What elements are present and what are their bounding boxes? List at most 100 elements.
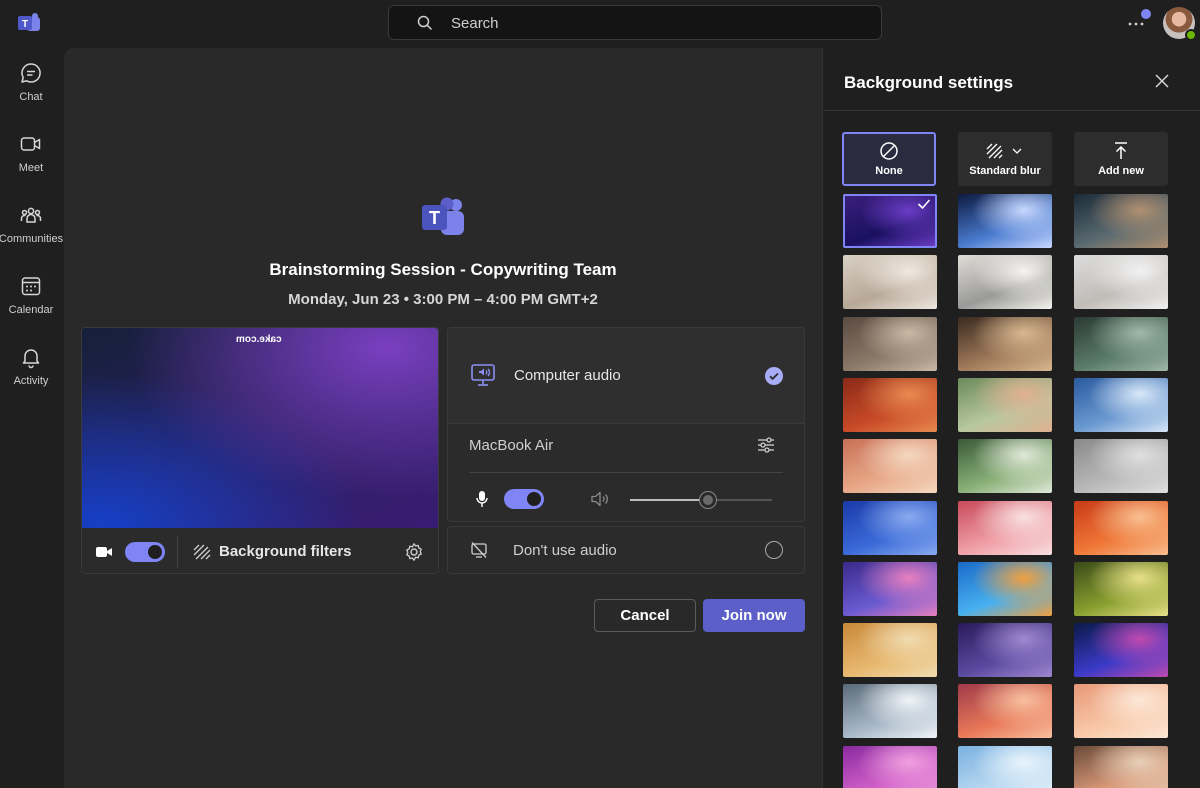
microphone-toggle[interactable] [504, 489, 544, 509]
computer-audio-option[interactable]: Computer audio [448, 328, 804, 424]
rail-item-activity[interactable]: Activity [0, 345, 62, 405]
rail-label: Activity [13, 375, 49, 387]
background-option-none[interactable]: None [842, 132, 936, 186]
background-thumbnail-snowy-peaks[interactable] [843, 684, 937, 739]
panel-title: Background settings [844, 73, 1014, 92]
rail-label: Chat [19, 91, 43, 103]
device-settings-icon[interactable] [756, 435, 776, 455]
video-preview-card: cake.com Background filters [81, 327, 439, 574]
background-settings-panel: Background settings None Standard blur A… [822, 48, 1200, 788]
background-thumbnail-sunset-clouds[interactable] [958, 684, 1052, 739]
background-option-add-new[interactable]: Add new [1074, 132, 1168, 186]
background-filters-icon [193, 544, 211, 560]
meeting-time: Monday, Jun 23 • 3:00 PM – 4:00 PM GMT+2 [288, 291, 598, 308]
search-icon [417, 15, 433, 31]
checkmark-icon [917, 199, 931, 210]
background-thumbnail-coral-reef[interactable] [843, 561, 937, 616]
svg-text:T: T [22, 19, 28, 30]
none-icon [880, 142, 898, 160]
microphone-icon [476, 491, 488, 507]
background-thumbnail-blue-fish[interactable] [958, 745, 1052, 788]
upload-icon [1115, 142, 1127, 159]
svg-text:T: T [429, 208, 440, 228]
background-thumbnail-magenta-flowers[interactable] [843, 745, 937, 788]
volume-fill [630, 499, 709, 501]
background-thumbnail-white-arch-room[interactable] [1074, 255, 1168, 310]
background-thumbnail-aurora-night[interactable] [1074, 623, 1168, 678]
rail-label: Meet [18, 162, 44, 174]
background-thumbnail-blue-window[interactable] [843, 500, 937, 555]
computer-audio-label: Computer audio [514, 367, 621, 384]
background-thumbnail-terracotta-arch[interactable] [843, 439, 937, 494]
teams-logo-icon[interactable]: T [16, 11, 42, 37]
dont-use-audio-label: Don't use audio [513, 542, 617, 559]
rail-item-chat[interactable]: Chat [0, 61, 62, 121]
background-thumbnail-flower-garden[interactable] [1074, 745, 1168, 788]
preview-wall-text: cake.com [236, 334, 282, 345]
top-bar: T Search [0, 0, 1200, 48]
background-thumbnail-underwater[interactable] [958, 561, 1052, 616]
background-thumbnail-peach-petals[interactable] [1074, 684, 1168, 739]
teams-logo-icon: T [422, 197, 464, 235]
background-thumbnail-minimal-room[interactable] [843, 255, 937, 310]
computer-audio-icon [471, 364, 495, 386]
selected-check-icon [765, 367, 783, 385]
background-thumbnail-green-arches[interactable] [958, 377, 1052, 432]
background-option-standard-blur[interactable]: Standard blur [958, 132, 1052, 186]
calendar-icon [21, 277, 41, 296]
background-thumbnail-autumn-trees[interactable] [1074, 500, 1168, 555]
no-audio-icon [471, 542, 487, 558]
background-thumbnail-space-warp[interactable] [958, 194, 1052, 248]
option-label: None [875, 165, 903, 177]
chat-icon [21, 63, 41, 83]
dont-use-audio-option[interactable]: Don't use audio [447, 526, 805, 574]
app-rail: Chat Meet Communities Calendar Activity [0, 48, 63, 788]
divider [823, 110, 1200, 111]
background-thumbnail-pink-forest[interactable] [958, 500, 1052, 555]
rail-item-calendar[interactable]: Calendar [0, 274, 62, 334]
rail-item-communities[interactable]: Communities [0, 203, 63, 263]
rail-label: Calendar [8, 304, 54, 316]
background-thumbnail-red-patio[interactable] [843, 377, 937, 432]
presence-status-icon [1185, 29, 1197, 41]
background-thumbnail-white-loft[interactable] [958, 255, 1052, 310]
video-controls: Background filters [82, 528, 438, 573]
divider [469, 472, 783, 473]
option-label: Add new [1098, 165, 1144, 177]
background-thumbnail-concrete-lounge[interactable] [843, 316, 937, 371]
background-thumbnail-golden-hills[interactable] [843, 623, 937, 678]
avatar[interactable] [1163, 7, 1197, 41]
background-thumbnail-grey-doorway[interactable] [1074, 439, 1168, 494]
option-label: Standard blur [969, 165, 1041, 177]
background-thumbnail-desert-planet[interactable] [1074, 194, 1168, 248]
dont-use-audio-radio[interactable] [765, 541, 783, 559]
background-thumbnail-glass-atrium[interactable] [1074, 316, 1168, 371]
background-thumbnail-purple-mountains[interactable] [958, 623, 1052, 678]
notification-badge [1141, 9, 1151, 19]
cancel-button[interactable]: Cancel [594, 599, 696, 632]
background-thumbnail-warm-dining[interactable] [958, 316, 1052, 371]
camera-icon [96, 547, 112, 557]
speaker-icon [591, 491, 608, 507]
gear-icon[interactable] [404, 542, 424, 562]
communities-icon [20, 207, 42, 223]
more-options-button[interactable] [1124, 9, 1151, 36]
search-box[interactable]: Search [388, 5, 882, 40]
volume-thumb[interactable] [700, 492, 717, 508]
background-filters-button[interactable]: Background filters [219, 543, 352, 560]
background-thumbnail-jungle-light[interactable] [1074, 561, 1168, 616]
background-thumbnail-purple-gradient[interactable] [843, 194, 937, 248]
video-icon [20, 137, 41, 151]
join-now-button[interactable]: Join now [703, 599, 805, 632]
camera-toggle[interactable] [125, 542, 165, 562]
meeting-title: Brainstorming Session - Copywriting Team [269, 260, 617, 279]
search-input[interactable]: Search [451, 15, 499, 32]
close-icon[interactable] [1154, 73, 1170, 89]
prejoin-screen: T Brainstorming Session - Copywriting Te… [64, 48, 822, 788]
background-thumbnail-garden-portal[interactable] [958, 439, 1052, 494]
blur-icon [986, 143, 1022, 159]
volume-slider[interactable] [630, 492, 772, 508]
audio-device-name: MacBook Air [469, 437, 554, 454]
rail-item-meet[interactable]: Meet [0, 132, 62, 192]
background-thumbnail-blue-balcony[interactable] [1074, 377, 1168, 432]
